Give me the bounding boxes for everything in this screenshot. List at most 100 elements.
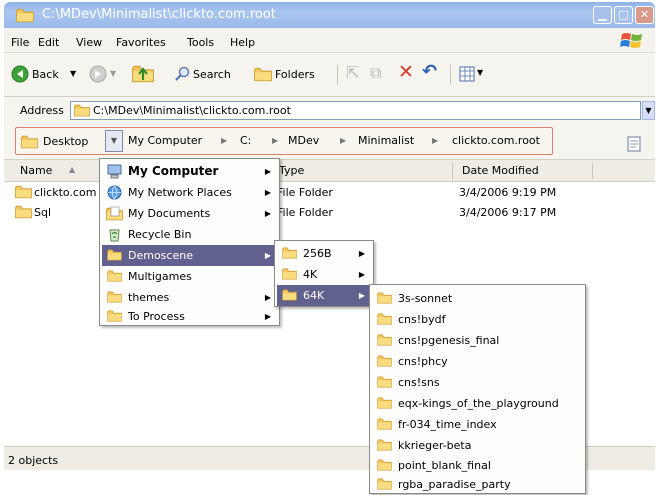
breadcrumb-desktop[interactable]: Desktop — [19, 130, 103, 152]
minimize-button[interactable]: ▁ — [593, 6, 612, 24]
address-dropdown-icon[interactable]: ▼ — [642, 101, 655, 120]
menu-item-folder[interactable]: eqx-kings_of_the_playground — [372, 393, 583, 414]
menu-item-folder[interactable]: point_blank_final — [372, 455, 583, 476]
menu-item-label: cns!pgenesis_final — [398, 334, 500, 347]
menu-file[interactable]: File — [11, 36, 29, 49]
menu-item-label: My Computer — [128, 164, 219, 178]
maximize-button[interactable]: □ — [614, 6, 633, 24]
menu-item-folder[interactable]: fr-034_time_index — [372, 414, 583, 435]
menu-help[interactable]: Help — [230, 36, 255, 49]
folder-icon — [107, 291, 122, 303]
menu-item-folder[interactable]: cns!pgenesis_final — [372, 330, 583, 351]
menu-item-folder[interactable]: kkrieger-beta — [372, 435, 583, 456]
documents-icon — [106, 206, 123, 221]
menu-favorites[interactable]: Favorites — [116, 36, 166, 49]
menu-item-256b[interactable]: 256B ▶ — [277, 243, 371, 264]
minimize-icon: ▁ — [598, 8, 607, 21]
menu-item-folder[interactable]: rgba_paradise_party — [372, 474, 583, 495]
folder-icon — [107, 270, 122, 282]
file-date: 3/4/2006 9:17 PM — [459, 206, 557, 219]
column-header-type[interactable]: Type — [279, 164, 304, 177]
maximize-icon: □ — [618, 8, 629, 21]
folder-icon — [282, 268, 297, 280]
folder-icon — [107, 310, 122, 322]
chevron-right-icon[interactable]: ▶ — [340, 136, 346, 145]
menu-item-label: rgba_paradise_party — [398, 478, 511, 491]
delete-icon[interactable]: ✕ — [398, 61, 414, 83]
breadcrumb-item[interactable]: C: — [240, 134, 251, 147]
menu-item-folder[interactable]: cns!sns — [372, 372, 583, 393]
menu-item-64k[interactable]: 64K ▶ — [277, 285, 371, 306]
menu-item-to-process[interactable]: To Process ▶ — [102, 306, 277, 327]
menu-item-demoscene[interactable]: Demoscene ▶ — [102, 245, 277, 266]
folder-icon — [74, 104, 90, 117]
forward-dropdown-icon[interactable]: ▼ — [110, 69, 116, 78]
move-to-icon[interactable]: ⇱ — [346, 63, 359, 82]
menu-item-folder[interactable]: 3s-sonnet — [372, 288, 583, 309]
chevron-right-icon: ▶ — [264, 167, 271, 176]
back-dropdown-icon[interactable]: ▼ — [70, 69, 76, 78]
menu-item-my-network-places[interactable]: My Network Places ▶ — [102, 182, 277, 203]
menu-item-label: To Process — [128, 310, 185, 323]
menu-item-themes[interactable]: themes ▶ — [102, 287, 277, 308]
breadcrumb-dropdown-button[interactable]: ▼ — [105, 130, 123, 152]
folder-icon — [377, 355, 392, 367]
menu-item-my-computer[interactable]: My Computer ▶ — [102, 161, 277, 182]
folder-icon — [16, 8, 34, 23]
menu-edit[interactable]: Edit — [38, 36, 59, 49]
title-bar[interactable]: C:\MDev\Minimalist\clickto.com.root ▁ □ … — [4, 2, 655, 28]
menu-tools[interactable]: Tools — [187, 36, 214, 49]
column-header-name[interactable]: Name — [20, 164, 52, 177]
menu-item-folder[interactable]: cns!bydf — [372, 309, 583, 330]
search-button[interactable]: Search — [170, 62, 248, 86]
menu-item-4k[interactable]: 4K ▶ — [277, 264, 371, 285]
undo-icon[interactable]: ↶ — [422, 61, 437, 82]
menu-item-label: My Network Places — [128, 186, 232, 199]
column-divider[interactable] — [452, 163, 453, 179]
folder-icon — [377, 334, 392, 346]
breadcrumb-item[interactable]: MDev — [288, 134, 319, 147]
breadcrumb-item[interactable]: My Computer — [128, 134, 202, 147]
demoscene-submenu: 256B ▶ 4K ▶ 64K ▶ — [274, 240, 374, 307]
computer-icon — [107, 164, 122, 179]
address-input[interactable]: C:\MDev\Minimalist\clickto.com.root — [70, 101, 641, 120]
address-bar: Address C:\MDev\Minimalist\clickto.com.r… — [4, 97, 655, 124]
menu-item-multigames[interactable]: Multigames — [102, 266, 277, 287]
close-button[interactable]: ✕ — [635, 6, 654, 24]
chevron-right-icon[interactable]: ▶ — [432, 136, 438, 145]
menu-item-recycle-bin[interactable]: Recycle Bin — [102, 224, 277, 245]
menu-item-folder[interactable]: cns!phcy — [372, 351, 583, 372]
folder-icon — [15, 185, 32, 199]
menu-view[interactable]: View — [76, 36, 102, 49]
file-type: File Folder — [277, 206, 333, 219]
menu-item-label: cns!bydf — [398, 313, 446, 326]
breadcrumb-item[interactable]: clickto.com.root — [452, 134, 540, 147]
views-button[interactable]: ▼ — [457, 64, 489, 84]
menu-item-my-documents[interactable]: My Documents ▶ — [102, 203, 277, 224]
back-button[interactable]: Back ▼ — [8, 62, 84, 86]
breadcrumb-bar: Desktop ▼ My Computer ▶ C: ▶ MDev ▶ Mini… — [4, 124, 655, 160]
chevron-right-icon: ▶ — [358, 249, 365, 258]
forward-arrow-icon — [89, 65, 107, 83]
folder-icon — [282, 289, 297, 301]
chevron-right-icon[interactable]: ▶ — [272, 136, 278, 145]
properties-icon[interactable] — [627, 136, 641, 152]
up-folder-icon[interactable] — [132, 65, 154, 83]
copy-to-icon[interactable]: ⧉ — [370, 63, 381, 83]
column-divider[interactable] — [592, 163, 593, 179]
folder-icon — [377, 459, 392, 471]
breadcrumb-item[interactable]: Minimalist — [358, 134, 414, 147]
folders-button[interactable]: Folders — [251, 62, 329, 86]
folders-label: Folders — [275, 68, 315, 81]
back-arrow-icon — [11, 65, 29, 83]
menu-bar: File Edit View Favorites Tools Help — [4, 28, 655, 53]
search-label: Search — [193, 68, 231, 81]
chevron-down-icon: ▼ — [110, 136, 118, 145]
folder-icon — [377, 313, 392, 325]
chevron-right-icon: ▶ — [264, 293, 271, 302]
folder-icon — [107, 249, 122, 261]
folder-icon — [377, 439, 392, 451]
forward-button[interactable]: ▼ — [86, 62, 120, 86]
chevron-right-icon[interactable]: ▶ — [221, 136, 227, 145]
column-header-date[interactable]: Date Modified — [462, 164, 539, 177]
